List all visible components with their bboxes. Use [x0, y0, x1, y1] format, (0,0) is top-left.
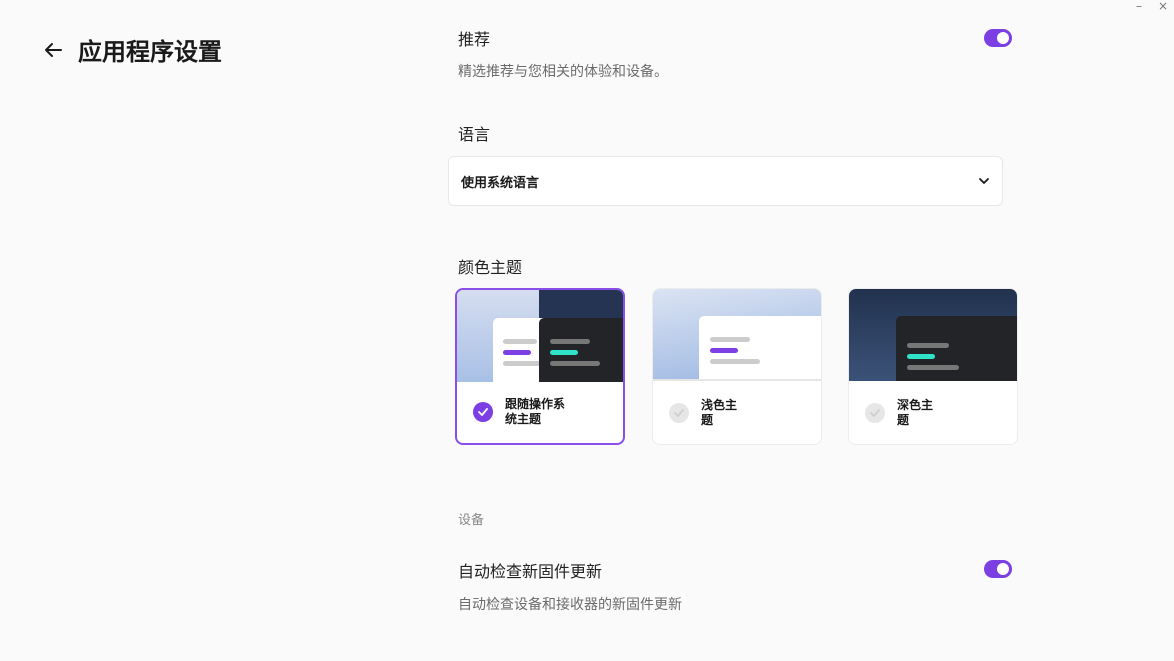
header: 应用程序设置	[42, 32, 222, 67]
theme-label: 跟随操作系 统主题	[505, 397, 565, 427]
theme-card-footer: 浅色主 题	[653, 382, 821, 444]
close-button[interactable]: ×	[1156, 0, 1170, 12]
theme-label: 浅色主 题	[701, 398, 737, 428]
toggle-knob	[997, 563, 1009, 575]
settings-page: – × 应用程序设置 推荐 精选推荐与您相关的体验和设备。 语言 使用系统语言 …	[0, 0, 1174, 661]
theme-card-footer: 跟随操作系 统主题	[457, 381, 623, 443]
check-icon	[478, 408, 488, 416]
theme-check-unselected	[669, 403, 689, 423]
theme-preview-system	[457, 290, 623, 382]
toggle-knob	[997, 32, 1009, 44]
arrow-left-icon	[45, 42, 62, 57]
theme-card-dark[interactable]: 深色主 题	[848, 288, 1018, 445]
theme-card-system[interactable]: 跟随操作系 统主题	[455, 288, 625, 445]
recommendations-description: 精选推荐与您相关的体验和设备。	[458, 64, 668, 80]
firmware-update-toggle[interactable]	[984, 560, 1012, 578]
theme-label-line2: 统主题	[505, 412, 542, 426]
theme-preview-dark	[849, 289, 1017, 381]
theme-label-line1: 浅色主	[701, 398, 738, 412]
check-icon	[870, 409, 880, 417]
minimize-button[interactable]: –	[1132, 0, 1146, 12]
firmware-update-description: 自动检查设备和接收器的新固件更新	[458, 597, 682, 613]
devices-heading: 设备	[458, 513, 485, 528]
language-select-value: 使用系统语言	[461, 175, 540, 191]
theme-check-unselected	[865, 403, 885, 423]
theme-preview-system-graphic	[457, 290, 623, 382]
firmware-update-title: 自动检查新固件更新	[458, 562, 603, 581]
theme-label-line2: 题	[701, 413, 714, 427]
theme-preview-light	[653, 289, 821, 381]
recommendations-title: 推荐	[458, 30, 491, 49]
window-controls: – ×	[1128, 0, 1174, 12]
theme-label-line2: 题	[897, 413, 910, 427]
theme-check-selected	[473, 402, 493, 422]
theme-card-light[interactable]: 浅色主 题	[652, 288, 822, 445]
theme-label-line1: 深色主	[897, 398, 934, 412]
theme-heading: 颜色主题	[458, 258, 523, 277]
language-heading: 语言	[458, 125, 491, 144]
theme-preview-dark-graphic	[849, 289, 1017, 381]
theme-label: 深色主 题	[897, 398, 933, 428]
theme-label-line1: 跟随操作系	[505, 397, 566, 411]
chevron-down-icon	[979, 178, 989, 184]
theme-preview-light-graphic	[653, 289, 821, 381]
check-icon	[674, 409, 684, 417]
page-title: 应用程序设置	[78, 38, 222, 66]
back-button[interactable]	[42, 39, 64, 61]
theme-card-footer: 深色主 题	[849, 382, 1017, 444]
recommendations-toggle[interactable]	[984, 29, 1012, 47]
language-select[interactable]: 使用系统语言	[448, 156, 1003, 206]
